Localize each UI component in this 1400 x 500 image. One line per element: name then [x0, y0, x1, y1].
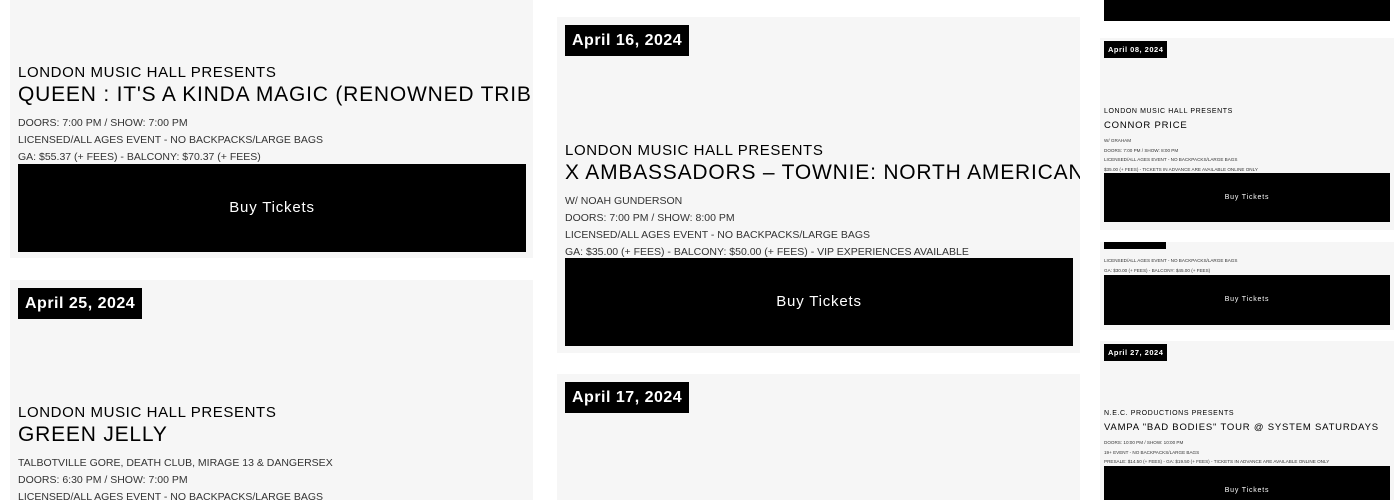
event-date-badge: April 17, 2024 [565, 382, 690, 413]
event-date-badge [1104, 242, 1166, 249]
buy-tickets-button[interactable]: Buy Tickets [565, 258, 1073, 346]
event-info-line: 19+ Event - No Backpacks/Large Bags [1104, 449, 1200, 455]
event-card-small [1100, 0, 1394, 24]
buy-tickets-button[interactable]: Buy Tickets [1104, 275, 1390, 325]
event-card: April 17, 2024 [557, 374, 1080, 500]
event-presenter: N.E.C. Productions Presents [1104, 410, 1235, 417]
event-info: Talbotville Gore, Death Club, Mirage 13 … [18, 455, 333, 500]
event-info-line: Doors: 10:00 PM / Show: 10:00 PM [1104, 440, 1184, 445]
event-title[interactable]: X Ambassadors – Townie: North American T… [565, 161, 1080, 185]
buy-tickets-button[interactable]: Buy Tickets [1104, 466, 1390, 500]
event-info-line: Doors: 7:00 PM / Show: 7:00 PM [18, 117, 188, 129]
event-info-line: Talbotville Gore, Death Club, Mirage 13 … [18, 457, 333, 469]
event-date-badge: April 08, 2024 [1104, 41, 1168, 58]
event-card-small: April 27, 2024 N.E.C. Productions Presen… [1100, 341, 1394, 500]
event-card-small: April 08, 2024 London Music Hall Present… [1100, 38, 1394, 230]
event-presenter: London Music Hall Presents [18, 404, 277, 421]
buy-tickets-button[interactable]: Buy Tickets [1104, 173, 1390, 222]
event-info-line: Doors: 7:00 PM / Show: 8:00 PM [1104, 147, 1179, 153]
event-info-line: Licensed/All Ages Event - No Backpacks/L… [1104, 157, 1238, 162]
event-info: Doors: 7:00 PM / Show: 7:00 PM Licensed/… [18, 115, 323, 166]
event-info-line: Licensed/All Ages Event - No Backpacks/L… [18, 491, 323, 500]
event-info: w/ Graham Doors: 7:00 PM / Show: 8:00 PM… [1104, 136, 1258, 174]
event-date-badge: April 27, 2024 [1104, 344, 1168, 361]
event-title[interactable]: Connor Price [1104, 120, 1188, 131]
buy-tickets-button[interactable]: Buy Tickets [18, 164, 526, 252]
event-date-badge: April 25, 2024 [18, 288, 143, 319]
event-card-small: Licensed/All Ages Event - No Backpacks/L… [1100, 242, 1394, 330]
event-presenter: London Music Hall Presents [565, 142, 824, 159]
event-info: Doors: 10:00 PM / Show: 10:00 PM 19+ Eve… [1104, 438, 1329, 467]
event-info-line: Doors: 7:00 PM / Show: 8:00 PM [565, 212, 735, 224]
event-card: April 25, 2024 London Music Hall Present… [10, 280, 533, 500]
event-info-line: Doors: 6:30 PM / Show: 7:00 PM [18, 474, 188, 486]
event-info: w/ Noah Gunderson Doors: 7:00 PM / Show:… [565, 193, 969, 261]
event-title[interactable]: Vampa "Bad Bodies" Tour @ System Saturda… [1104, 422, 1379, 433]
event-title[interactable]: Green Jelly [18, 423, 168, 447]
event-info: Licensed/All Ages Event - No Backpacks/L… [1104, 256, 1237, 275]
buy-tickets-button[interactable] [1104, 0, 1390, 21]
event-presenter: London Music Hall Presents [18, 64, 277, 81]
event-info-line: Licensed/All Ages Event - No Backpacks/L… [18, 134, 323, 146]
event-card: London Music Hall Presents Queen : It's … [10, 0, 533, 258]
event-date-badge: April 16, 2024 [565, 25, 690, 56]
event-info-line: w/ Noah Gunderson [565, 195, 683, 207]
event-info-line: Licensed/All Ages Event - No Backpacks/L… [565, 229, 870, 241]
event-title[interactable]: Queen : It's A Kinda Magic (Renowned Tri… [18, 83, 533, 107]
event-info-line: w/ Graham [1104, 138, 1132, 143]
event-card: April 16, 2024 London Music Hall Present… [557, 17, 1080, 353]
event-info-line: Licensed/All Ages Event - No Backpacks/L… [1104, 258, 1238, 263]
event-presenter: London Music Hall Presents [1104, 108, 1233, 115]
event-info-line: GA: $30.00 (+ Fees) - Balcony: $45.00 (+… [1104, 267, 1211, 273]
